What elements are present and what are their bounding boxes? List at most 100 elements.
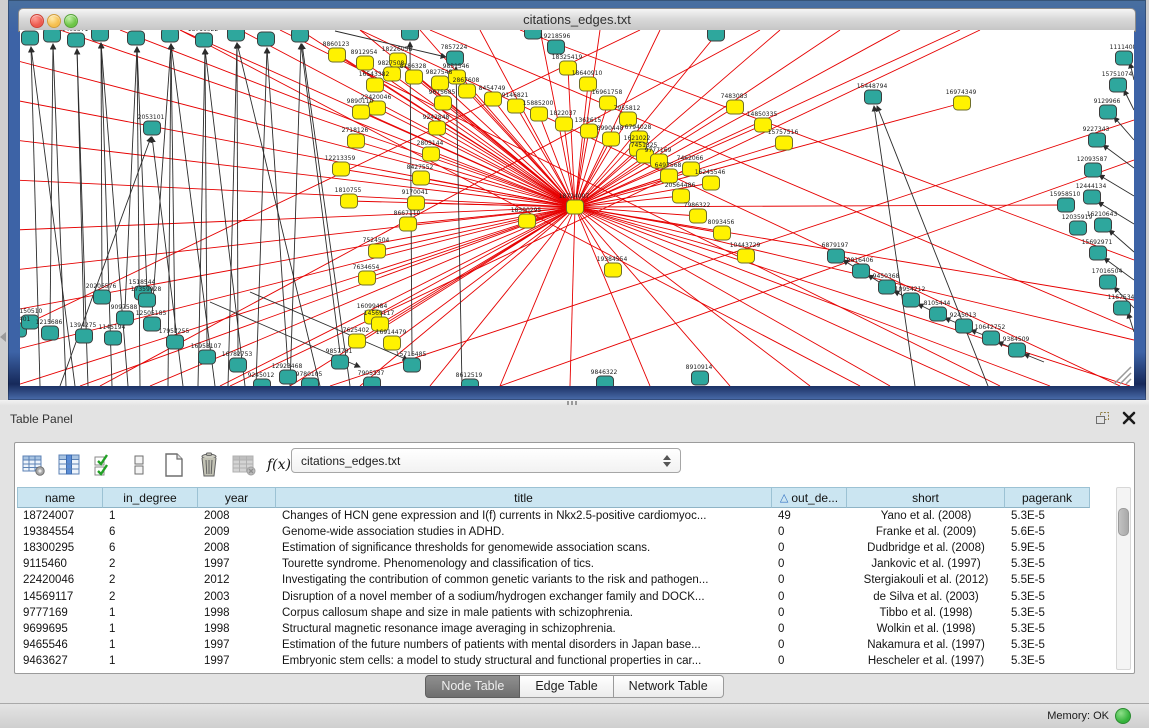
show-columns-icon[interactable] [56, 452, 82, 478]
selected-node[interactable] [408, 196, 425, 210]
selected-node[interactable] [367, 78, 384, 92]
selected-node[interactable] [727, 100, 744, 114]
node[interactable] [1116, 51, 1133, 65]
table-settings-icon[interactable] [21, 452, 47, 478]
node[interactable] [228, 30, 245, 41]
node[interactable] [1100, 105, 1117, 119]
selected-node[interactable] [661, 169, 678, 183]
node[interactable] [983, 331, 1000, 345]
selected-node[interactable] [531, 107, 548, 121]
tab-edge-table[interactable]: Edge Table [520, 675, 613, 698]
selected-node[interactable] [341, 194, 358, 208]
close-panel-icon[interactable] [1122, 411, 1136, 425]
node[interactable] [94, 290, 111, 304]
network-graph[interactable]: 9060548208914014055711605528715276006789… [20, 30, 1134, 386]
node[interactable] [199, 350, 216, 364]
delete-table-disabled-icon[interactable] [231, 452, 257, 478]
scrollbar-thumb[interactable] [1118, 508, 1129, 536]
vertical-scrollbar[interactable] [1116, 487, 1131, 670]
select-columns-icon[interactable] [91, 452, 117, 478]
table-row[interactable]: 1938455462009Genome-wide association stu… [17, 524, 1116, 540]
selected-node[interactable] [349, 334, 366, 348]
table-row[interactable]: 946554611997Estimation of the future num… [17, 637, 1116, 653]
function-builder-icon[interactable]: f(x) [266, 452, 292, 478]
node[interactable] [68, 33, 85, 47]
node[interactable] [1100, 275, 1117, 289]
node[interactable] [105, 331, 122, 345]
column-header-pagerank[interactable]: pagerank [1005, 487, 1090, 508]
node[interactable] [1009, 343, 1026, 357]
node[interactable] [117, 311, 134, 325]
selected-node[interactable] [556, 117, 573, 131]
table-row[interactable]: 911546021997Tourette syndrome. Phenomeno… [17, 556, 1116, 572]
node[interactable] [258, 32, 275, 46]
network-canvas[interactable]: 9060548208914014055711605528715276006789… [20, 30, 1134, 386]
selected-node[interactable] [738, 249, 755, 263]
node[interactable] [139, 293, 156, 307]
column-header-name[interactable]: name [17, 487, 103, 508]
selected-node[interactable] [400, 217, 417, 231]
table-row[interactable]: 969969511998Structural magnetic resonanc… [17, 621, 1116, 637]
node[interactable] [364, 377, 381, 386]
selected-node[interactable] [423, 147, 440, 161]
node[interactable] [42, 326, 59, 340]
selected-node[interactable] [954, 96, 971, 110]
node[interactable] [708, 30, 725, 41]
window-titlebar[interactable]: citations_edges.txt [18, 8, 1136, 32]
node[interactable] [76, 329, 93, 343]
selected-node[interactable] [348, 134, 365, 148]
column-header-in_degree[interactable]: in_degree [103, 487, 198, 508]
selected-node[interactable] [353, 105, 370, 119]
node[interactable] [1090, 246, 1107, 260]
selected-node[interactable] [357, 56, 374, 70]
selected-node[interactable] [603, 132, 620, 146]
selected-node[interactable] [384, 336, 401, 350]
node[interactable] [280, 370, 297, 384]
selected-node[interactable] [435, 96, 452, 110]
tab-network-table[interactable]: Network Table [614, 675, 724, 698]
selected-node[interactable] [329, 48, 346, 62]
node[interactable] [692, 371, 709, 385]
column-header-title[interactable]: title [276, 487, 772, 508]
selected-node[interactable] [485, 92, 502, 106]
node[interactable] [462, 379, 479, 386]
selected-node[interactable] [581, 124, 598, 138]
tab-node-table[interactable]: Node Table [425, 675, 520, 698]
selected-node[interactable] [605, 263, 622, 277]
selected-node[interactable] [359, 271, 376, 285]
table-row[interactable]: 1872400712008Changes of HCN gene express… [17, 508, 1116, 524]
table-row[interactable]: 1830029562008Estimation of significance … [17, 540, 1116, 556]
selected-node[interactable] [369, 244, 386, 258]
float-panel-icon[interactable] [1096, 412, 1111, 425]
node[interactable] [162, 30, 179, 42]
node[interactable] [879, 280, 896, 294]
selected-node[interactable] [333, 162, 350, 176]
node[interactable] [1070, 221, 1087, 235]
node[interactable] [548, 40, 565, 54]
node[interactable] [853, 264, 870, 278]
table-row[interactable]: 946362711997Embryonic stem cells: a mode… [17, 653, 1116, 669]
selected-node[interactable] [413, 171, 430, 185]
selected-node[interactable] [429, 121, 446, 135]
column-header-year[interactable]: year [198, 487, 276, 508]
column-header-out_de[interactable]: △out_de... [772, 487, 847, 508]
node[interactable] [930, 307, 947, 321]
node[interactable] [956, 319, 973, 333]
node[interactable] [597, 376, 614, 386]
node[interactable] [1085, 163, 1102, 177]
node[interactable] [865, 90, 882, 104]
node[interactable] [302, 378, 319, 386]
selected-node[interactable] [690, 209, 707, 223]
node[interactable] [292, 30, 309, 42]
node[interactable] [404, 358, 421, 372]
table-row[interactable]: 977716911998Corpus callosum shape and si… [17, 605, 1116, 621]
memory-indicator-icon[interactable] [1115, 708, 1131, 724]
new-column-icon[interactable] [161, 452, 187, 478]
table-row[interactable]: 1456911722003Disruption of a novel membe… [17, 588, 1116, 604]
selected-node[interactable] [673, 189, 690, 203]
table-row[interactable]: 2242004622012Investigating the contribut… [17, 572, 1116, 588]
selected-node[interactable] [406, 70, 423, 84]
selected-node[interactable] [459, 84, 476, 98]
node[interactable] [1089, 133, 1106, 147]
node[interactable] [1095, 218, 1112, 232]
